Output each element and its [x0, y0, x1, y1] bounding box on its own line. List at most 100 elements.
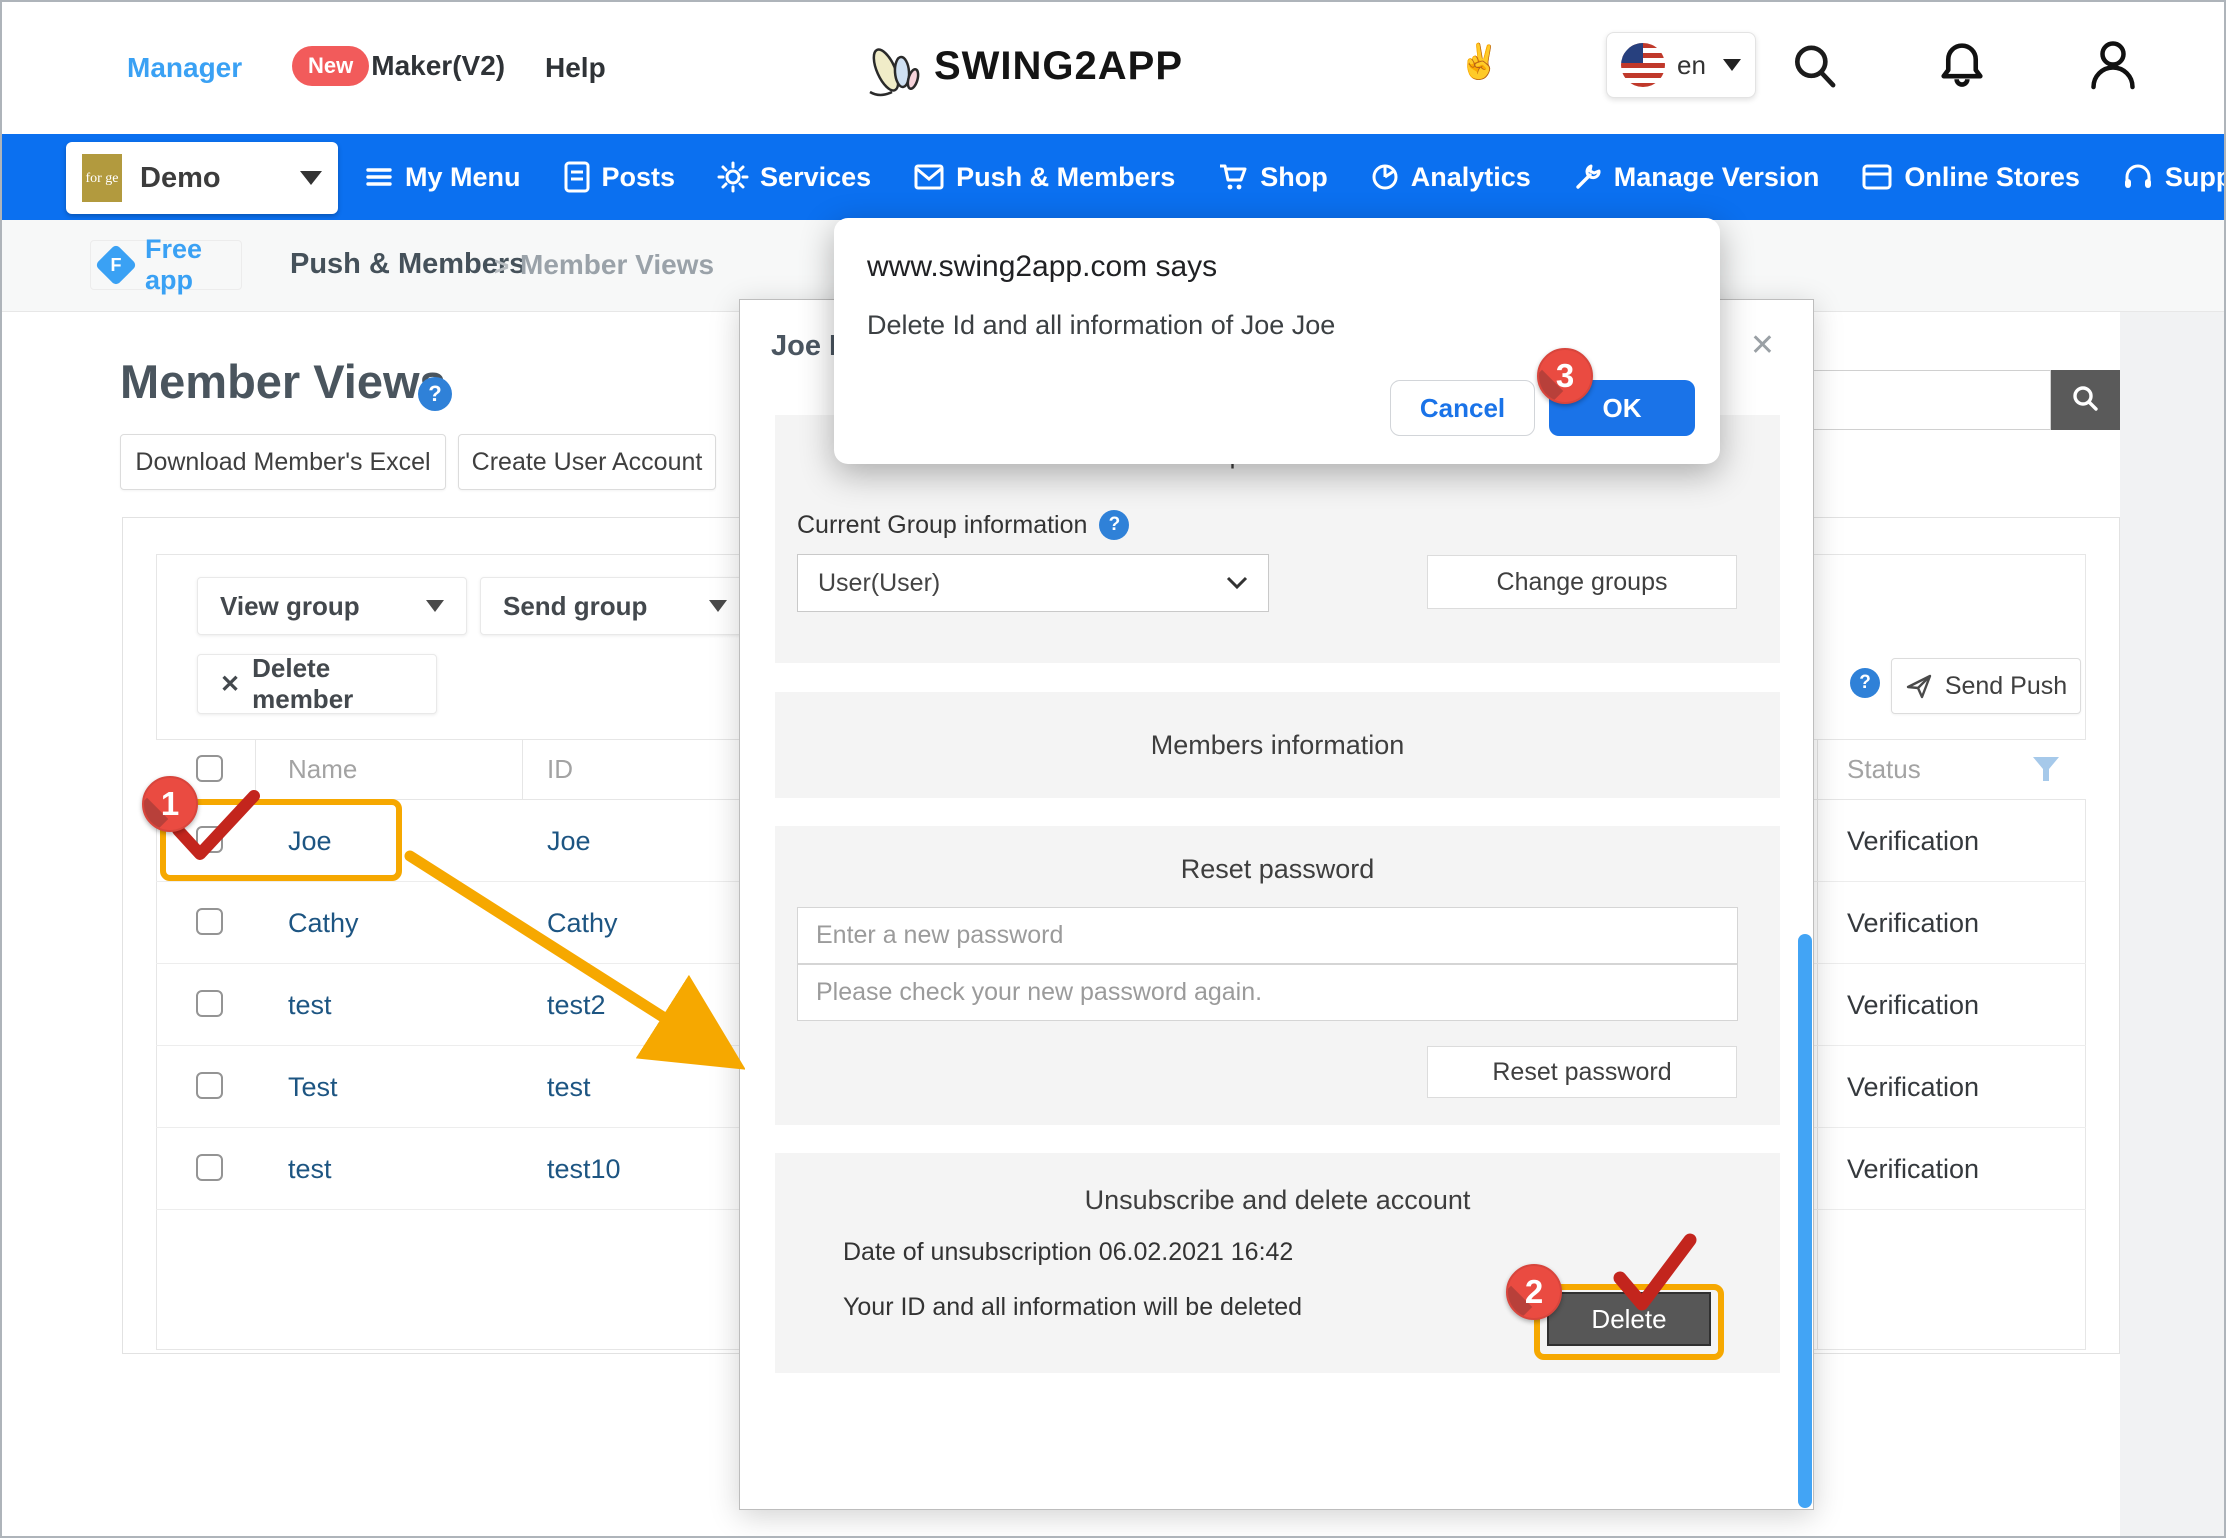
wrench-icon — [1573, 162, 1603, 192]
app-selector[interactable]: for ge Demo — [66, 142, 338, 214]
nav-item-services[interactable]: Services — [717, 161, 871, 193]
row-checkbox[interactable] — [196, 1072, 223, 1099]
chevron-down-icon — [1226, 576, 1248, 590]
page-title: Member Views — [120, 354, 446, 409]
step3-badge: 3 — [1537, 348, 1593, 404]
status-value: Verification — [1847, 908, 1979, 939]
row-checkbox[interactable] — [196, 990, 223, 1017]
swing2app-logo[interactable]: SWING2APP — [864, 32, 1183, 100]
send-icon — [1905, 672, 1933, 700]
status-value: Verification — [1847, 826, 1979, 857]
app-name: Demo — [140, 162, 221, 195]
headset-icon — [2122, 162, 2154, 192]
nav-label: Shop — [1260, 162, 1328, 193]
row-checkbox[interactable] — [196, 908, 223, 935]
bell-icon[interactable] — [1934, 38, 1990, 96]
delete-member-button[interactable]: ✕ Delete member — [197, 654, 437, 714]
manager-link[interactable]: Manager — [127, 52, 242, 84]
top-bar: Manager New Maker(V2) Help SWING2APP ✌ e… — [2, 2, 2224, 134]
reset-password-button[interactable]: Reset password — [1427, 1046, 1737, 1098]
change-groups-button[interactable]: Change groups — [1427, 555, 1737, 609]
column-divider — [522, 740, 523, 799]
chevron-down-icon — [1723, 59, 1741, 71]
confirm-password-input[interactable] — [797, 964, 1738, 1021]
nav-item-push-members[interactable]: Push & Members — [913, 162, 1175, 193]
row-checkbox[interactable] — [196, 1154, 223, 1181]
group-help-icon[interactable]: ? — [1099, 510, 1129, 540]
nav-item-posts[interactable]: Posts — [563, 161, 676, 193]
member-name-link[interactable]: Cathy — [288, 908, 359, 939]
search-icon[interactable] — [1788, 40, 1844, 96]
pie-chart-icon — [1370, 162, 1400, 192]
status-value: Verification — [1847, 1154, 1979, 1185]
nav-label: Services — [760, 162, 871, 193]
member-name-link[interactable]: test — [288, 990, 332, 1021]
free-app-icon: F — [95, 244, 137, 286]
account-icon[interactable] — [2084, 36, 2142, 96]
modal-scrollbar[interactable] — [1798, 934, 1812, 1508]
plan-label: Free app — [145, 234, 231, 296]
reset-password-heading: Reset password — [775, 854, 1780, 885]
reset-password-panel: Reset password Reset password — [775, 826, 1780, 1125]
page-help-icon[interactable]: ? — [418, 377, 452, 411]
maker-link[interactable]: New Maker(V2) — [292, 46, 505, 86]
new-password-input[interactable] — [797, 907, 1738, 964]
breadcrumb-separator: > — [494, 251, 509, 282]
breadcrumb-section[interactable]: Push & Members — [290, 248, 525, 281]
nav-item-manage-version[interactable]: Manage Version — [1573, 162, 1820, 193]
peace-hand-icon: ✌ — [1458, 42, 1500, 82]
unsubscription-date: Date of unsubscription 06.02.2021 16:42 — [843, 1238, 1293, 1267]
send-push-label: Send Push — [1945, 672, 2067, 701]
app-thumbnail: for ge — [82, 154, 122, 202]
nav-label: Online Stores — [1904, 162, 2080, 193]
column-header-name[interactable]: Name — [288, 754, 357, 785]
chevron-down-icon — [426, 600, 444, 612]
cancel-button[interactable]: Cancel — [1390, 380, 1535, 436]
filter-funnel-icon[interactable] — [2032, 756, 2060, 782]
column-header-id[interactable]: ID — [547, 754, 573, 785]
nav-item-my-menu[interactable]: My Menu — [364, 162, 521, 193]
language-selector[interactable]: en — [1606, 32, 1756, 98]
envelope-icon — [913, 163, 945, 191]
annotation-arrow — [400, 844, 745, 1079]
status-value: Verification — [1847, 990, 1979, 1021]
search-icon — [2069, 383, 2103, 417]
select-all-checkbox[interactable] — [196, 755, 223, 782]
language-code: en — [1677, 50, 1706, 81]
send-group-dropdown[interactable]: Send group — [480, 577, 750, 635]
x-icon: ✕ — [220, 670, 240, 699]
nav-item-analytics[interactable]: Analytics — [1370, 162, 1531, 193]
nav-label: Support — [2165, 162, 2226, 193]
send-push-help-icon[interactable]: ? — [1850, 668, 1880, 698]
nav-label: Analytics — [1411, 162, 1531, 193]
member-name-link[interactable]: Test — [288, 1072, 338, 1103]
group-select-value: User(User) — [818, 569, 940, 598]
nav-item-support[interactable]: Support — [2122, 162, 2226, 193]
step1-badge: 1 — [142, 776, 198, 832]
view-group-dropdown[interactable]: View group — [197, 577, 467, 635]
us-flag-icon — [1621, 43, 1665, 87]
member-name-link[interactable]: test — [288, 1154, 332, 1185]
help-link[interactable]: Help — [545, 52, 606, 84]
chevron-down-icon — [709, 600, 727, 612]
logo-text: SWING2APP — [934, 44, 1183, 89]
nav-label: Manage Version — [1614, 162, 1820, 193]
members-info-panel: Members information — [775, 692, 1780, 798]
nav-label: Push & Members — [956, 162, 1175, 193]
member-id-link[interactable]: test10 — [547, 1154, 621, 1185]
create-user-account-button[interactable]: Create User Account — [458, 434, 716, 490]
new-badge: New — [292, 46, 369, 86]
close-icon[interactable]: ✕ — [1750, 328, 1775, 363]
member-search-button[interactable] — [2051, 370, 2120, 430]
screenshot-root: Manager New Maker(V2) Help SWING2APP ✌ e… — [0, 0, 2226, 1538]
gear-icon — [717, 161, 749, 193]
group-select[interactable]: User(User) — [797, 554, 1269, 612]
nav-item-shop[interactable]: Shop — [1217, 162, 1328, 193]
breadcrumb-page: Member Views — [520, 249, 714, 281]
download-excel-button[interactable]: Download Member's Excel — [120, 434, 446, 490]
nav-item-online-stores[interactable]: Online Stores — [1861, 162, 2080, 193]
unsubscribe-heading: Unsubscribe and delete account — [775, 1185, 1780, 1216]
send-push-button[interactable]: Send Push — [1891, 658, 2081, 714]
column-header-status[interactable]: Status — [1847, 754, 1921, 785]
cart-icon — [1217, 162, 1249, 192]
